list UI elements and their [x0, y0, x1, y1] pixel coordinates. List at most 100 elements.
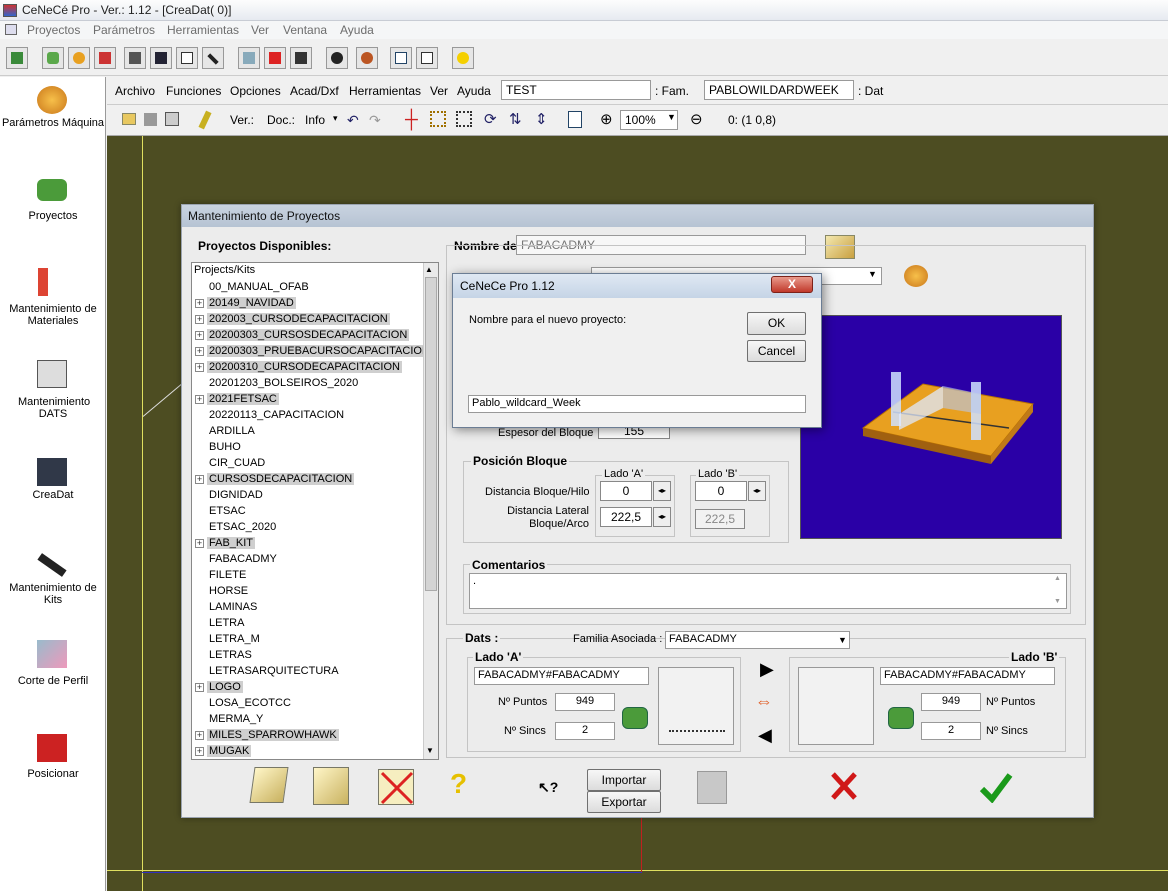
menu-ayuda[interactable]: Ayuda	[340, 23, 374, 37]
dat-a-name-field[interactable]: FABACADMY#FABACADMY	[474, 667, 649, 685]
menu-ver[interactable]: Ver	[251, 23, 269, 37]
rotate-icon[interactable]: ⟳	[484, 110, 497, 128]
folder-icon[interactable]	[37, 179, 67, 201]
familia-select[interactable]: FABACADMY	[665, 631, 850, 649]
position-tool-button[interactable]	[264, 47, 286, 69]
tree-expand-icon[interactable]: +	[195, 347, 204, 356]
tree-expand-icon[interactable]: +	[195, 363, 204, 372]
familia-chevron-down-icon[interactable]: ▼	[838, 635, 847, 645]
info-label[interactable]: Info	[305, 113, 325, 127]
left-item-materiales[interactable]: Mantenimiento de Materiales	[4, 303, 102, 327]
grid-icon[interactable]	[430, 111, 446, 127]
menu-herramientas[interactable]: Herramientas	[167, 23, 239, 37]
left-item-parametros[interactable]: Parámetros Máquina	[0, 117, 106, 129]
scroll-down-icon[interactable]: ▼	[426, 746, 434, 755]
home-tool-button[interactable]	[290, 47, 312, 69]
inner-menu-ver[interactable]: Ver	[430, 84, 448, 98]
scroll-up-icon[interactable]: ▲	[425, 265, 433, 274]
help-question-icon[interactable]: ?	[450, 768, 467, 800]
info-chevron-down-icon[interactable]: ▾	[333, 113, 338, 124]
tree-scrollbar[interactable]: ▲ ▼	[423, 263, 438, 759]
left-item-proyectos[interactable]: Proyectos	[0, 210, 106, 222]
mirror-v-icon[interactable]: ⇕	[535, 110, 548, 128]
family-name-field[interactable]: PABLOWILDARDWEEK	[704, 80, 854, 100]
arrow-left-icon[interactable]: ◀	[758, 725, 772, 746]
tree-expand-icon[interactable]: +	[195, 395, 204, 404]
copy-project-icon[interactable]	[313, 767, 349, 805]
dialog-close-button[interactable]: X	[771, 276, 813, 293]
stop-icon[interactable]	[144, 113, 157, 126]
profile-cut-tool-button[interactable]	[238, 47, 260, 69]
position-icon[interactable]	[37, 734, 67, 762]
tree-expand-icon[interactable]: +	[195, 475, 204, 484]
left-item-posicionar[interactable]: Posicionar	[0, 768, 106, 780]
inner-menu-ayuda[interactable]: Ayuda	[457, 84, 491, 98]
exit-button[interactable]	[6, 47, 28, 69]
redo-icon[interactable]: ↷	[369, 112, 381, 129]
tree-expand-icon[interactable]: +	[195, 747, 204, 756]
inner-menu-funciones[interactable]: Funciones	[166, 84, 221, 98]
dialog-name-input[interactable]: Pablo_wildcard_Week	[468, 395, 806, 413]
dist-hilo-b-field[interactable]: 0	[695, 481, 747, 501]
window-tile-button[interactable]	[390, 47, 412, 69]
menu-ventana[interactable]: Ventana	[283, 23, 327, 37]
dist-lateral-a-stepper[interactable]: ◂▸	[653, 507, 671, 527]
left-item-dats[interactable]: Mantenimiento DATS	[18, 396, 90, 420]
tree-expand-icon[interactable]: +	[195, 731, 204, 740]
zoom-out-icon[interactable]: ⊖	[690, 110, 703, 128]
tree-expand-icon[interactable]: +	[195, 331, 204, 340]
save-disk-icon[interactable]	[697, 771, 727, 804]
3d-tool-button[interactable]	[326, 47, 348, 69]
projects-tree[interactable]: Projects/Kits 00_MANUAL_OFAB +20149_NAVID…	[191, 262, 439, 760]
dats-icon[interactable]	[37, 360, 67, 388]
importar-button[interactable]: Importar	[587, 769, 661, 791]
open-folder-icon[interactable]	[122, 113, 136, 125]
grid-dots-icon[interactable]	[456, 111, 472, 127]
dist-lateral-a-field[interactable]: 222,5	[600, 507, 652, 527]
materials-tool-button[interactable]	[94, 47, 116, 69]
cancel-x-icon[interactable]	[830, 771, 858, 804]
profile-cut-icon[interactable]	[37, 640, 67, 668]
pencil-icon[interactable]	[198, 110, 212, 130]
zoom-chevron-down-icon[interactable]: ▼	[667, 112, 676, 122]
undo-icon[interactable]: ↶	[347, 112, 359, 129]
dist-hilo-a-field[interactable]: 0	[600, 481, 652, 501]
left-item-corte[interactable]: Corte de Perfil	[0, 675, 106, 687]
calculator-button[interactable]	[416, 47, 438, 69]
print-icon[interactable]	[165, 112, 179, 126]
ver-label[interactable]: Ver.:	[230, 113, 254, 127]
tree-expand-icon[interactable]: +	[195, 539, 204, 548]
kits-icon[interactable]	[37, 553, 67, 577]
origin-cross-icon[interactable]: ┼	[405, 109, 418, 130]
document-tool-button[interactable]	[176, 47, 198, 69]
swap-arrows-icon[interactable]: ⇔	[755, 691, 773, 712]
project-name-field[interactable]: TEST	[501, 80, 651, 100]
dats-tool-button[interactable]	[124, 47, 146, 69]
materials-icon[interactable]	[38, 268, 48, 296]
creadat-icon[interactable]	[37, 458, 67, 486]
dat-a-folder-icon[interactable]	[622, 707, 648, 729]
arrow-right-icon[interactable]: ▶	[760, 659, 774, 680]
comentarios-textarea[interactable]: . ▲ ▼	[469, 573, 1067, 609]
inner-menu-opciones[interactable]: Opciones	[230, 84, 281, 98]
context-help-icon[interactable]: ↖?	[538, 779, 558, 796]
machine-tool-button[interactable]	[356, 47, 378, 69]
comentarios-scroll-up-icon[interactable]: ▲	[1054, 575, 1061, 582]
new-project-icon[interactable]	[249, 767, 289, 803]
left-item-kits[interactable]: Mantenimiento de Kits	[4, 582, 102, 606]
page-icon[interactable]	[568, 111, 582, 128]
left-item-creadat[interactable]: CreaDat	[0, 489, 106, 501]
window-menu-icon[interactable]	[5, 24, 17, 35]
tree-expand-icon[interactable]: +	[195, 683, 204, 692]
comentarios-scroll-down-icon[interactable]: ▼	[1054, 598, 1061, 605]
machine-gear-icon[interactable]	[904, 265, 928, 287]
projects-tool-button[interactable]	[42, 47, 64, 69]
tree-expand-icon[interactable]: +	[195, 315, 204, 324]
dat-b-name-field[interactable]: FABACADMY#FABACADMY	[880, 667, 1055, 685]
kits-tool-button[interactable]	[202, 47, 224, 69]
inner-menu-acad[interactable]: Acad/Dxf	[290, 84, 339, 98]
inner-menu-herramientas[interactable]: Herramientas	[349, 84, 421, 98]
accept-check-icon[interactable]	[979, 771, 1013, 806]
dialog-cancel-button[interactable]: Cancel	[747, 340, 806, 362]
doc-label[interactable]: Doc.:	[267, 113, 295, 127]
